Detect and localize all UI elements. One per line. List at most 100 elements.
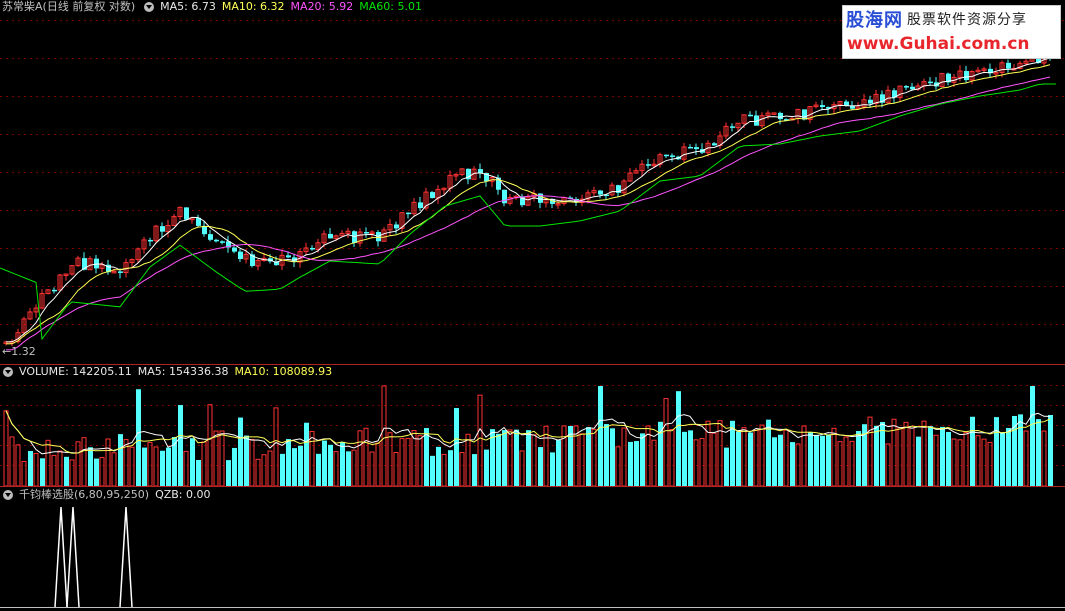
volume-bar <box>190 438 195 486</box>
volume-bar <box>40 458 45 486</box>
volume-bar <box>304 422 309 486</box>
volume-bar <box>843 436 849 486</box>
volume-pane[interactable]: VOLUME: 142205.11 MA5: 154336.38 MA10: 1… <box>0 365 1065 486</box>
volume-value: VOLUME: 142205.11 <box>19 365 132 378</box>
chart-mode: (日线 前复权 对数) <box>42 0 136 13</box>
candle-body <box>214 239 219 242</box>
volume-bar <box>316 453 321 486</box>
volume-bar <box>550 452 555 486</box>
volume-bar <box>724 447 729 486</box>
volume-bar <box>1023 430 1029 486</box>
candle-body <box>802 109 807 120</box>
volume-bar <box>219 430 225 486</box>
volume-bar <box>1041 430 1047 486</box>
volume-bar <box>267 450 273 486</box>
volume-bar <box>591 428 597 486</box>
volume-bar <box>874 425 879 486</box>
volume-toggle-icon[interactable] <box>3 367 13 377</box>
volume-bar <box>183 450 189 486</box>
volume-bar <box>820 435 825 486</box>
volume-bar <box>573 425 579 486</box>
pane-separator-2[interactable] <box>0 486 1065 487</box>
volume-bar <box>903 421 909 486</box>
volume-chart[interactable] <box>0 365 1065 486</box>
candle-body <box>904 86 909 88</box>
volume-bar <box>586 427 591 486</box>
volume-bar <box>75 441 81 486</box>
volume-bar <box>201 441 207 486</box>
volume-bar <box>322 440 327 486</box>
candle-body <box>184 207 189 220</box>
ma5-label: MA5: 6.73 <box>160 0 216 13</box>
volume-bar <box>261 454 267 486</box>
volume-bar <box>514 429 519 486</box>
volume-bar <box>387 432 393 486</box>
indicator-pane[interactable]: 千钧棒选股 (6,80,95,250) QZB: 0.00 <box>0 487 1065 611</box>
price-toggle-icon[interactable] <box>144 2 155 12</box>
candle-body <box>664 154 669 157</box>
volume-bar <box>826 434 831 486</box>
indicator-chart[interactable] <box>0 487 1065 611</box>
volume-bar <box>975 435 981 486</box>
volume-bar <box>105 438 111 486</box>
volume-bar <box>736 431 741 486</box>
volume-bar <box>64 456 69 486</box>
indicator-value: QZB: 0.00 <box>155 488 211 501</box>
candle-body <box>928 81 933 84</box>
site-watermark: 股海网 股票软件资源分享 www.Guhai.com.cn <box>842 5 1061 59</box>
volume-bar <box>790 442 795 486</box>
indicator-spike <box>66 506 80 608</box>
volume-bar <box>778 434 783 486</box>
volume-bar <box>561 425 567 486</box>
volume-bar <box>477 394 483 486</box>
volume-bar <box>916 436 921 486</box>
volume-bar <box>651 439 657 486</box>
volume-bar <box>867 416 873 486</box>
candle-body <box>730 126 735 128</box>
volume-bar <box>33 452 39 486</box>
volume-bar <box>957 439 963 486</box>
candle-body <box>850 106 855 109</box>
volume-bar <box>951 438 957 486</box>
volume-bar <box>538 447 543 486</box>
volume-bar <box>57 450 63 486</box>
volume-bar <box>579 433 585 486</box>
volume-bar <box>459 452 465 486</box>
volume-bar <box>51 454 57 486</box>
volume-bar <box>213 430 219 486</box>
volume-bar <box>448 450 453 486</box>
indicator-toggle-icon[interactable] <box>3 490 13 500</box>
volume-bar <box>3 410 9 486</box>
volume-bar <box>502 430 507 486</box>
volume-bar <box>166 447 171 486</box>
volume-bar <box>663 398 669 486</box>
volume-bar <box>255 458 261 486</box>
volume-bar <box>375 442 381 486</box>
indicator-spike <box>119 506 133 608</box>
volume-bar <box>837 441 843 486</box>
volume-bar <box>963 432 969 486</box>
volume-bar <box>669 428 675 486</box>
volume-bar <box>430 455 435 486</box>
volume-bar <box>928 426 933 486</box>
ma10-label: MA10: 6.32 <box>221 0 285 13</box>
low-price-marker: ←1.32 <box>2 345 36 358</box>
volume-bar <box>286 439 291 486</box>
volume-bar <box>519 450 525 486</box>
volume-bar <box>484 449 489 486</box>
volume-bar <box>340 441 345 486</box>
volume-bar <box>856 431 861 486</box>
candle-body <box>220 241 225 243</box>
volume-bar <box>160 450 165 486</box>
watermark-slogan: 股票软件资源分享 <box>907 12 1027 28</box>
volume-bar <box>333 451 339 486</box>
volume-bar <box>795 443 801 486</box>
candle-body <box>712 143 717 146</box>
volume-bar <box>897 427 903 486</box>
volume-bar <box>351 449 357 486</box>
volume-bar <box>465 433 471 486</box>
volume-bar <box>99 457 105 486</box>
volume-bar <box>196 459 201 486</box>
volume-ma10-label: MA10: 108089.93 <box>234 365 333 378</box>
volume-bar <box>604 424 609 486</box>
